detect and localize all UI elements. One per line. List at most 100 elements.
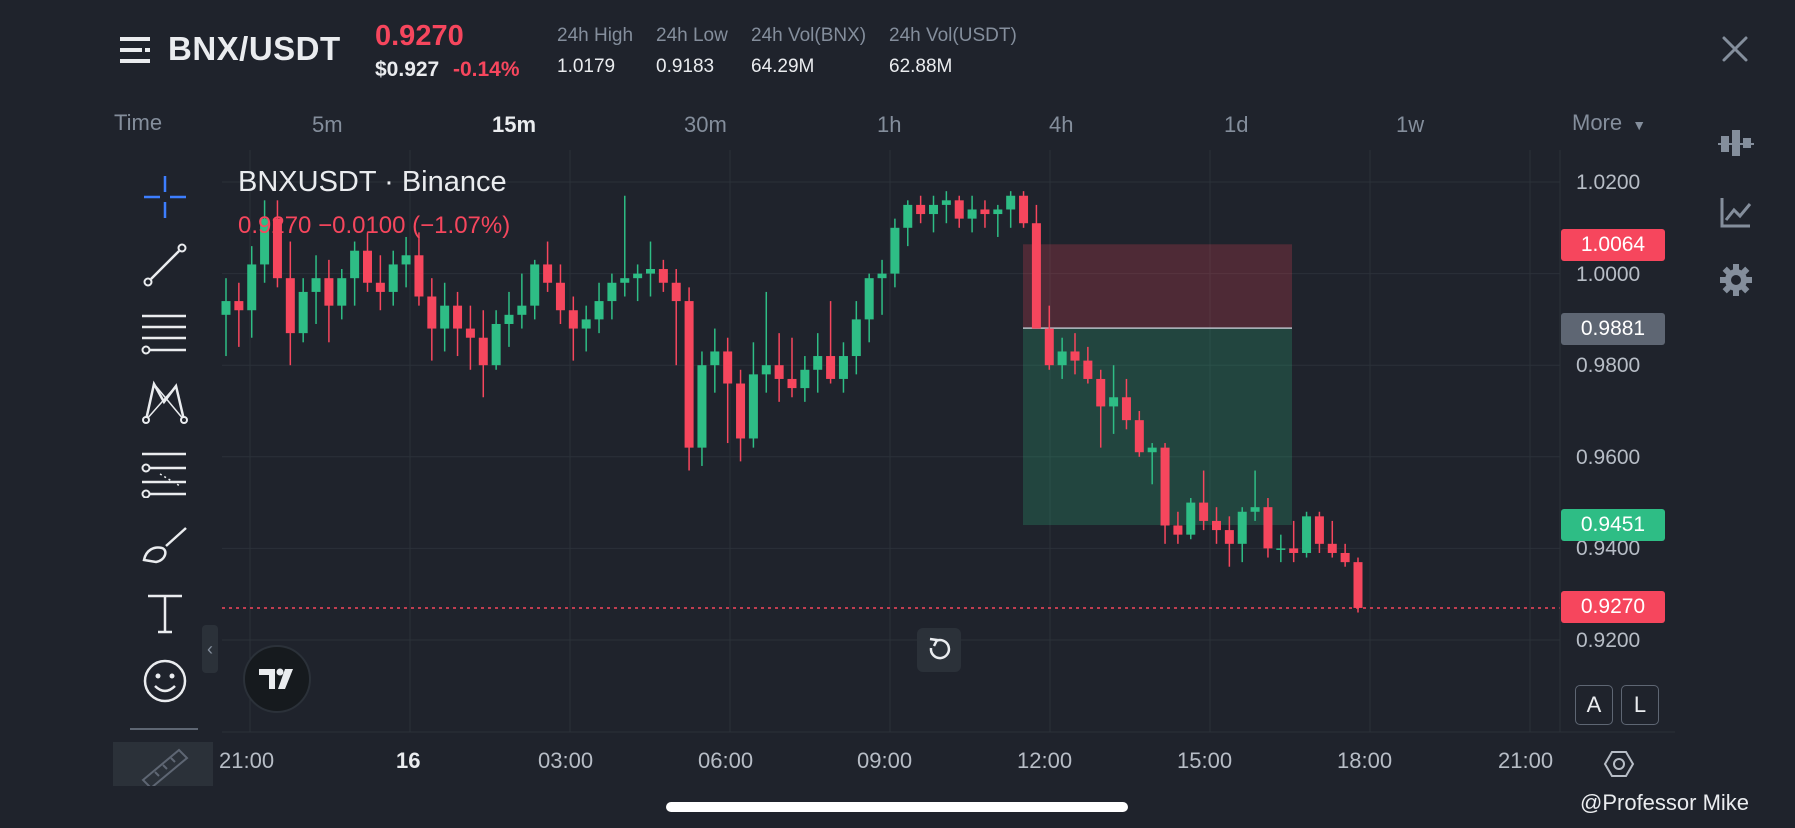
log-scale-button[interactable]: L	[1621, 685, 1659, 725]
candle	[723, 351, 733, 384]
candle	[826, 356, 836, 379]
refresh-icon	[929, 637, 951, 660]
candle	[800, 369, 810, 389]
candle	[671, 282, 681, 302]
entry-price-tag: 0.9881	[1561, 313, 1665, 345]
text-icon[interactable]	[140, 588, 190, 638]
candle	[903, 204, 913, 228]
reset-chart-button[interactable]	[917, 628, 961, 672]
candle	[594, 301, 604, 320]
candle	[388, 264, 398, 292]
candle	[633, 273, 643, 279]
candle	[1237, 511, 1247, 544]
candle	[453, 305, 463, 329]
candle	[1224, 530, 1234, 544]
candle	[350, 250, 360, 279]
candle	[1263, 507, 1273, 549]
candle	[1327, 543, 1337, 553]
candle	[851, 319, 861, 357]
settings-icon[interactable]	[1718, 262, 1754, 298]
y-tick: 1.0200	[1576, 171, 1641, 194]
candle	[607, 282, 617, 302]
candle	[1121, 397, 1131, 421]
candle	[1289, 548, 1299, 553]
x-tick: 03:00	[538, 748, 594, 773]
candle	[1302, 516, 1312, 553]
ruler-icon	[141, 748, 189, 790]
candle	[1276, 548, 1286, 550]
indicators-icon[interactable]	[1718, 126, 1754, 162]
stop-loss-zone	[1023, 244, 1292, 329]
candle	[1031, 223, 1041, 329]
y-tick: 0.9600	[1576, 446, 1641, 469]
candle	[285, 278, 295, 334]
position-tool	[1023, 244, 1292, 526]
toolbar-divider	[130, 728, 198, 730]
candle	[877, 273, 887, 279]
candle	[1199, 502, 1209, 521]
candle	[1096, 378, 1106, 407]
candle	[748, 374, 758, 439]
x-tick: 15:00	[1177, 748, 1233, 773]
candle	[658, 269, 668, 283]
candle	[620, 278, 630, 283]
prediction-icon[interactable]	[140, 448, 190, 498]
candle	[362, 250, 373, 283]
candle	[1019, 195, 1029, 224]
candle	[221, 301, 231, 315]
ruler-tool[interactable]	[113, 742, 213, 790]
candle	[530, 264, 540, 306]
candle	[337, 278, 347, 306]
candle	[941, 200, 951, 205]
x-tick: 06:00	[698, 748, 754, 773]
emoji-icon[interactable]	[140, 656, 190, 706]
candle	[324, 278, 334, 306]
chart-ohlc-legend: 0.9270 −0.0100 (−1.07%)	[238, 212, 511, 239]
crosshair-icon[interactable]	[140, 172, 190, 222]
candle	[787, 378, 797, 389]
target-price-tag: 0.9451	[1561, 509, 1665, 541]
candle	[440, 305, 450, 329]
fib-retracement-icon[interactable]	[140, 310, 190, 360]
candle	[491, 323, 501, 366]
candle	[1160, 447, 1170, 526]
candle	[555, 282, 565, 311]
candle	[736, 383, 746, 439]
candle	[247, 264, 257, 311]
candle	[234, 301, 244, 311]
candle	[864, 278, 874, 320]
candle	[645, 269, 656, 274]
trendline-icon[interactable]	[140, 240, 190, 290]
brush-icon[interactable]	[140, 518, 190, 568]
x-tick: 21:00	[1498, 748, 1554, 773]
collapse-toolbar-button[interactable]: ‹	[202, 625, 218, 673]
chart-symbol-title: BNXUSDT · Binance	[238, 166, 507, 198]
candle	[1044, 328, 1054, 366]
candle	[517, 305, 527, 315]
candle	[993, 209, 1003, 215]
candle	[414, 255, 424, 297]
x-tick: 09:00	[857, 748, 913, 773]
candle	[1211, 520, 1222, 531]
candle	[890, 227, 900, 274]
stop-price-tag: 1.0064	[1561, 229, 1665, 261]
chart-type-icon[interactable]	[1718, 194, 1754, 230]
scale-settings-icon[interactable]	[1603, 748, 1635, 780]
candle	[401, 255, 411, 265]
candle	[954, 200, 964, 219]
candle	[1147, 447, 1157, 453]
candle	[813, 356, 823, 370]
candle	[838, 356, 848, 379]
tradingview-icon	[259, 668, 293, 689]
y-tick: 1.0000	[1576, 263, 1641, 286]
home-indicator	[666, 802, 1128, 812]
candle	[478, 337, 488, 366]
pattern-icon[interactable]	[140, 378, 190, 428]
auto-scale-button[interactable]: A	[1575, 685, 1613, 725]
candle	[543, 264, 553, 283]
candle	[1353, 562, 1363, 608]
candle	[568, 310, 578, 329]
candle	[1070, 351, 1080, 361]
candle	[1109, 397, 1119, 407]
last-price-tag: 0.9270	[1561, 591, 1665, 623]
